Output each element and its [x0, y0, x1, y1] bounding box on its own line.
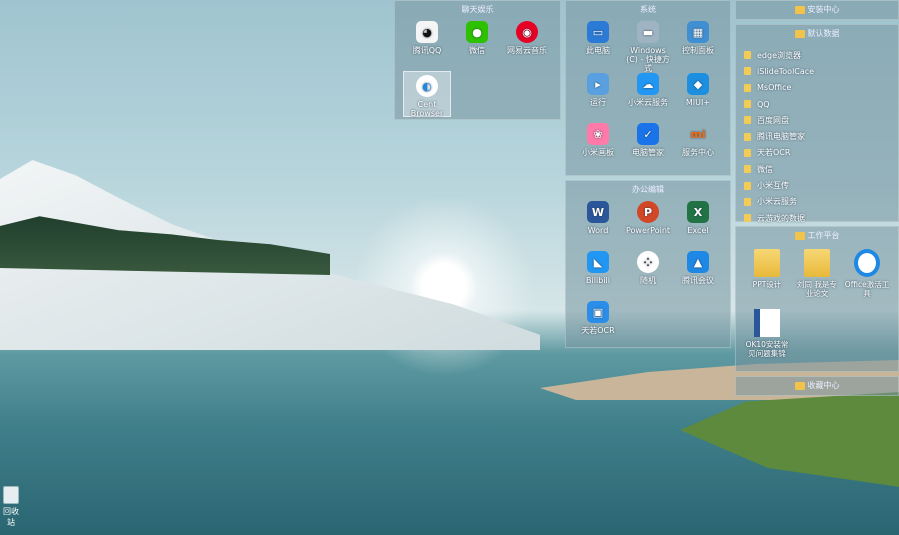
folder-item[interactable]: 小米云服务	[744, 194, 814, 210]
fence-system[interactable]: 系统 ▭ 此电脑 ▬ Windows (C) - 快捷方式 ▦ 控制面板 ▸ 运…	[565, 0, 731, 176]
folder-item[interactable]: 微信	[744, 161, 814, 177]
mi-draw-icon: ❀	[587, 123, 609, 145]
drive-icon: ▬	[637, 21, 659, 43]
random-icon: ⁘	[637, 251, 659, 273]
folder-icon	[744, 148, 751, 157]
fence-title: 默认数据	[807, 29, 840, 38]
excel-icon: X	[687, 201, 709, 223]
fence-title: 工作平台	[807, 231, 840, 240]
app-powerpoint[interactable]: P PowerPoint	[624, 201, 672, 235]
folder-icon	[744, 116, 751, 125]
folder-icon	[744, 100, 751, 109]
folder-icon	[744, 197, 751, 206]
folder-icon	[744, 83, 751, 92]
app-run[interactable]: ▸ 运行	[574, 73, 622, 107]
fence-title: 聊天娱乐	[461, 5, 494, 14]
folder-item[interactable]: 腾讯电脑管家	[744, 128, 814, 144]
app-ocr[interactable]: ▣ 天若OCR	[574, 301, 622, 335]
app-tencent-meeting[interactable]: ▲ 腾讯会议	[674, 251, 722, 285]
mi-service-icon: mi	[690, 127, 706, 141]
pc-manager-icon: ✓	[637, 123, 659, 145]
fence-work-platform[interactable]: 工作平台 PPT设计 刘同 我是专业论文 Office激活工具 OK10安装常见…	[735, 226, 899, 372]
ocr-icon: ▣	[587, 301, 609, 323]
fence-collect-center[interactable]: 收藏中心	[735, 376, 899, 396]
fence-title: 系统	[640, 5, 656, 14]
item-thesis-folder[interactable]: 刘同 我是专业论文	[794, 249, 840, 298]
word-icon: W	[587, 201, 609, 223]
fence-title: 安装中心	[807, 5, 840, 14]
folder-icon	[794, 381, 805, 390]
fence-social[interactable]: 聊天娱乐 ◕ 腾讯QQ ● 微信 ◉ 网易云音乐 ◐ Cent Browser	[394, 0, 561, 120]
app-c-drive[interactable]: ▬ Windows (C) - 快捷方式	[624, 21, 672, 73]
item-ppt-design[interactable]: PPT设计	[744, 249, 790, 289]
word-doc-icon	[754, 309, 780, 337]
folder-item[interactable]: MsOffice	[744, 80, 814, 96]
folder-icon	[744, 214, 751, 223]
recycle-bin-icon	[3, 486, 19, 504]
folder-item[interactable]: 云游戏的数据	[744, 210, 814, 226]
cent-browser-icon: ◐	[416, 75, 438, 97]
miui-plus-icon: ◆	[687, 73, 709, 95]
folder-icon	[744, 165, 751, 174]
app-cent-browser[interactable]: ◐ Cent Browser	[403, 71, 451, 118]
folder-item[interactable]: edge浏览器	[744, 47, 814, 63]
folder-icon	[744, 132, 751, 141]
netease-music-icon: ◉	[516, 21, 538, 43]
folder-icon	[794, 5, 805, 14]
fence-title: 办公编辑	[632, 185, 664, 194]
app-bilibili[interactable]: ◣ Bilibili	[574, 251, 622, 285]
folder-icon	[744, 51, 751, 60]
qq-icon: ◕	[416, 21, 438, 43]
folder-icon	[744, 67, 751, 76]
app-miui-plus[interactable]: ◆ MIUI+	[674, 73, 722, 107]
folder-icon	[794, 29, 805, 38]
wechat-icon: ●	[466, 21, 488, 43]
item-ok10-faq[interactable]: OK10安装常见问题集锦	[744, 309, 790, 358]
app-mi-service[interactable]: mi 服务中心	[674, 123, 722, 158]
app-pc-manager[interactable]: ✓ 电脑管家	[624, 123, 672, 157]
app-mi-cloud[interactable]: ☁ 小米云服务	[624, 73, 672, 107]
folder-item[interactable]: QQ	[744, 96, 814, 112]
run-icon: ▸	[587, 73, 609, 95]
app-mi-draw[interactable]: ❀ 小米画板	[574, 123, 622, 157]
app-wechat[interactable]: ● 微信	[453, 21, 501, 55]
app-qq[interactable]: ◕ 腾讯QQ	[403, 21, 451, 55]
folder-icon	[794, 231, 805, 240]
folder-list: edge浏览器 iSlideToolCace MsOffice QQ 百度网盘 …	[744, 47, 814, 226]
wallpaper-grass	[680, 392, 899, 487]
fence-default-data[interactable]: 默认数据 edge浏览器 iSlideToolCace MsOffice QQ …	[735, 24, 899, 223]
mi-cloud-icon: ☁	[637, 73, 659, 95]
folder-item[interactable]: 百度网盘	[744, 112, 814, 128]
folder-item[interactable]: 小米互传	[744, 177, 814, 193]
tencent-meeting-icon: ▲	[687, 251, 709, 273]
computer-icon: ▭	[587, 21, 609, 43]
app-excel[interactable]: X Excel	[674, 201, 722, 235]
folder-item[interactable]: iSlideToolCace	[744, 63, 814, 79]
app-netease-music[interactable]: ◉ 网易云音乐	[503, 21, 551, 55]
item-office-activator[interactable]: Office激活工具	[844, 249, 890, 298]
folder-item[interactable]: 天若OCR	[744, 145, 814, 161]
app-word[interactable]: W Word	[574, 201, 622, 235]
bilibili-icon: ◣	[587, 251, 609, 273]
app-control-panel[interactable]: ▦ 控制面板	[674, 21, 722, 55]
recycle-bin[interactable]: 回收站	[0, 486, 22, 528]
powerpoint-icon: P	[637, 201, 659, 223]
app-random[interactable]: ⁘ 随机	[624, 251, 672, 285]
app-this-pc[interactable]: ▭ 此电脑	[574, 21, 622, 55]
folder-icon	[754, 249, 780, 277]
office-icon	[854, 249, 880, 277]
fence-title: 收藏中心	[807, 381, 840, 390]
control-panel-icon: ▦	[687, 21, 709, 43]
fence-install-center[interactable]: 安装中心	[735, 0, 899, 20]
fence-office[interactable]: 办公编辑 W Word P PowerPoint X Excel ◣ Bilib…	[565, 180, 731, 348]
folder-icon	[804, 249, 830, 277]
folder-icon	[744, 181, 751, 190]
